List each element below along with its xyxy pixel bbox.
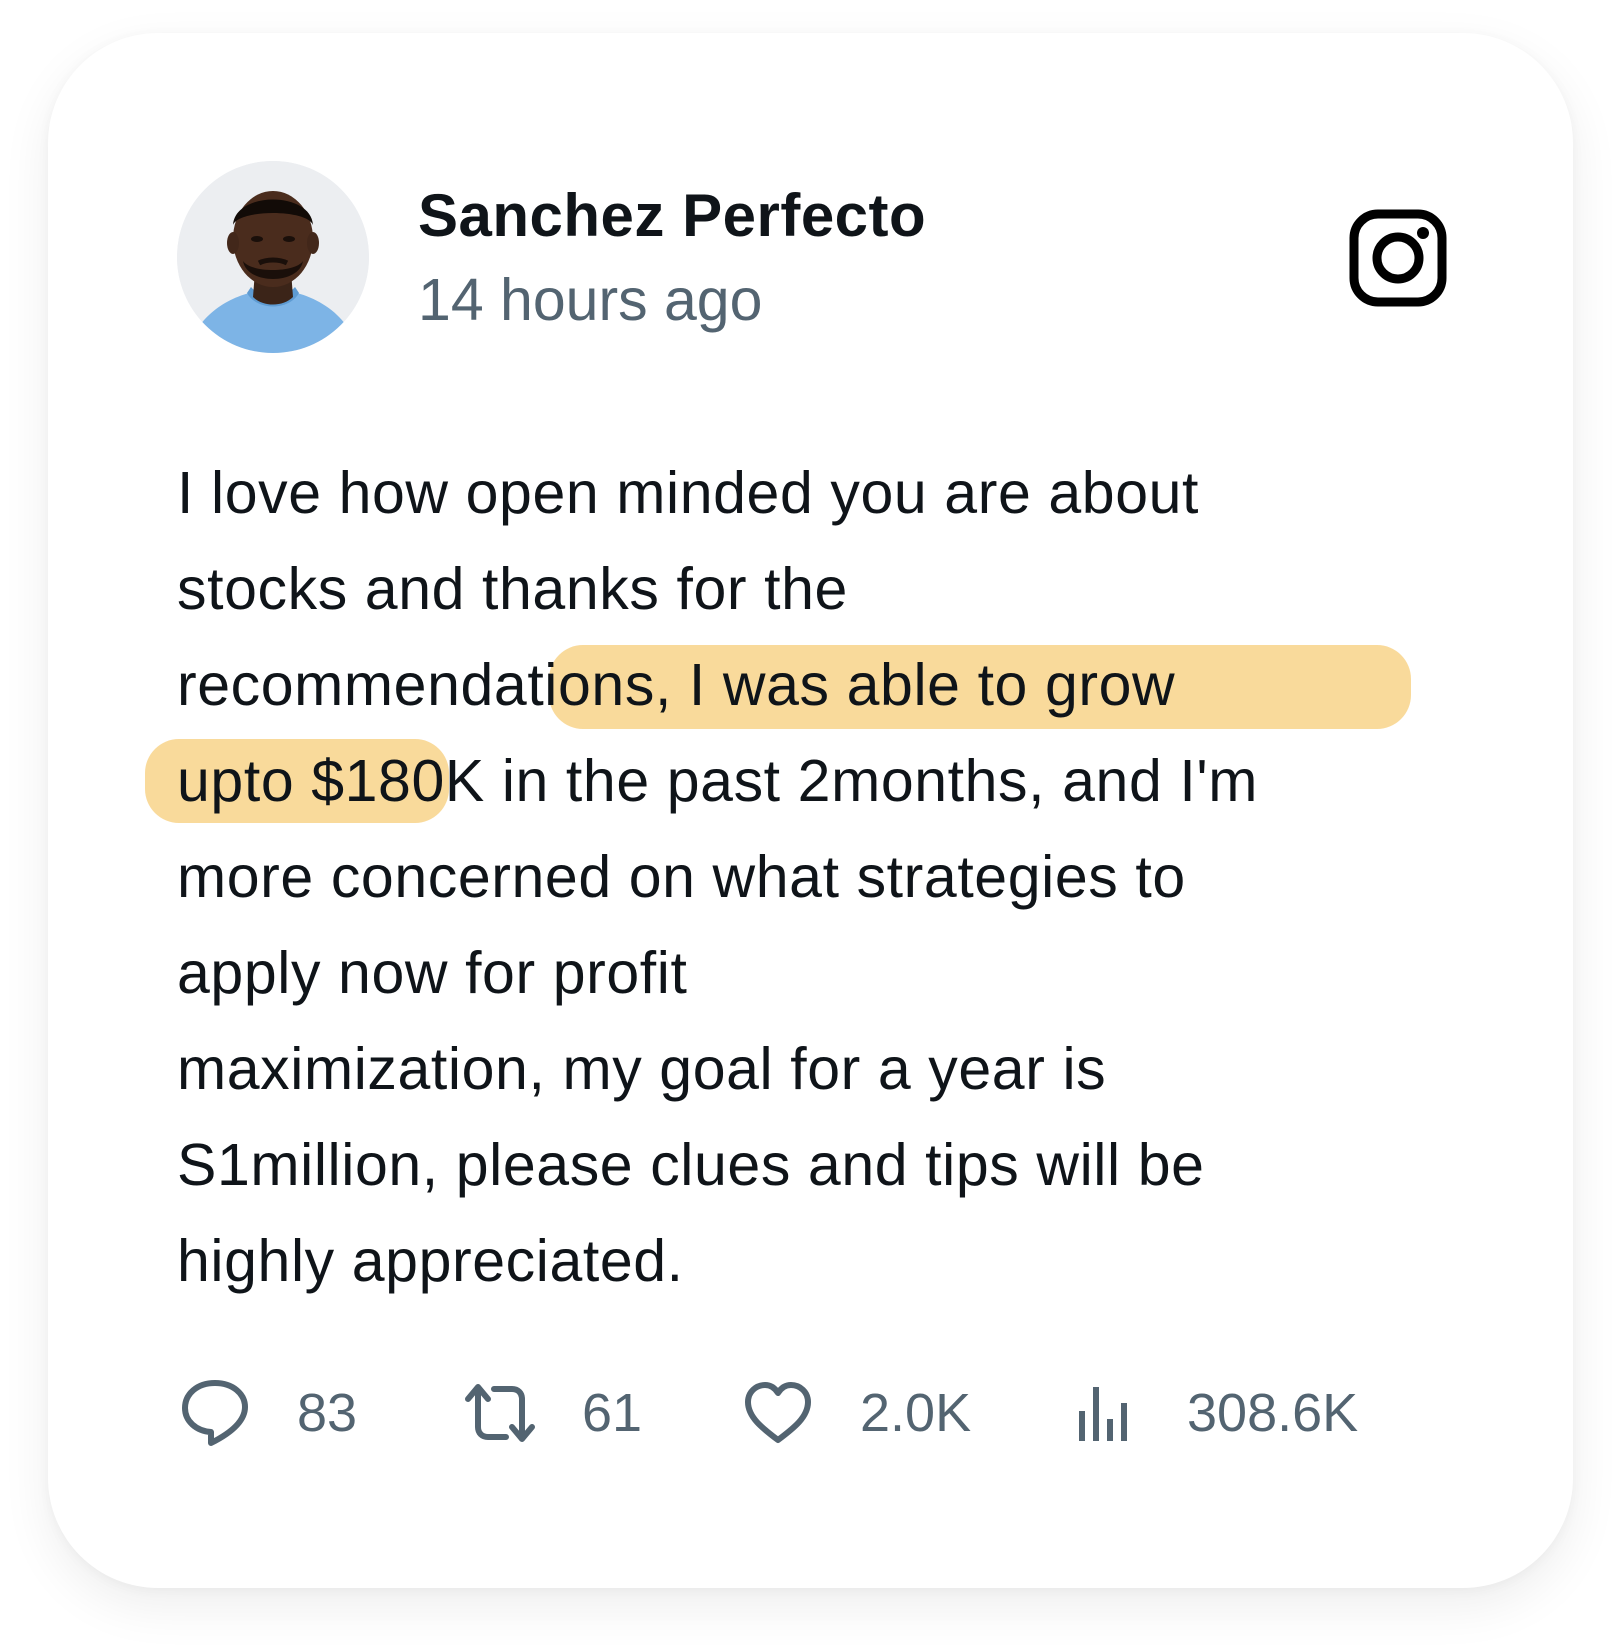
post-body-line: highly appreciated. xyxy=(177,1213,1497,1309)
avatar-image xyxy=(177,161,369,353)
avatar[interactable] xyxy=(177,161,369,353)
post-body-line: S1million, please clues and tips will be xyxy=(177,1117,1497,1213)
instagram-icon[interactable] xyxy=(1348,208,1448,308)
reply-button[interactable]: 83 xyxy=(177,1373,357,1453)
repost-count: 61 xyxy=(582,1383,643,1443)
post-body-line: maximization, my goal for a year is xyxy=(177,1021,1497,1117)
post-body-line-text: more concerned on what strategies to xyxy=(177,844,1186,910)
heart-icon xyxy=(740,1375,816,1451)
post-body-line: stocks and thanks for the xyxy=(177,541,1497,637)
views-count: 308.6K xyxy=(1187,1383,1359,1443)
post-body-line: more concerned on what strategies to xyxy=(177,829,1497,925)
views-button[interactable]: 308.6K xyxy=(1067,1373,1358,1453)
like-button[interactable]: 2.0K xyxy=(740,1373,971,1453)
post-timestamp: 14 hours ago xyxy=(418,267,763,333)
reply-count: 83 xyxy=(297,1383,358,1443)
views-chart-icon xyxy=(1067,1375,1143,1451)
post-body-line-text: maximization, my goal for a year is xyxy=(177,1036,1107,1102)
post-body-line-text: S1million, please clues and tips will be xyxy=(177,1132,1205,1198)
post-body-line-text: recommendations, I was able to grow xyxy=(177,652,1176,718)
repost-icon xyxy=(462,1375,538,1451)
repost-button[interactable]: 61 xyxy=(462,1373,642,1453)
comment-icon xyxy=(177,1375,253,1451)
like-count: 2.0K xyxy=(860,1383,972,1443)
post-body-line-text: apply now for profit xyxy=(177,940,688,1006)
author-name[interactable]: Sanchez Perfecto xyxy=(418,181,926,250)
post-body-line: apply now for profit xyxy=(177,925,1497,1021)
post-body-line: I love how open minded you are about xyxy=(177,445,1497,541)
post-body-line-text: stocks and thanks for the xyxy=(177,556,848,622)
post-card: Sanchez Perfecto 14 hours ago I love how… xyxy=(48,33,1573,1588)
post-body-line-text: I love how open minded you are about xyxy=(177,460,1200,526)
post-body-line: upto $180K in the past 2months, and I'm xyxy=(145,733,1497,829)
post-body: I love how open minded you are about sto… xyxy=(145,445,1497,1309)
post-body-line: recommendations, I was able to grow xyxy=(177,637,1497,733)
post-body-line-text: highly appreciated. xyxy=(177,1228,684,1294)
post-actions: 83 61 2.0K 308.6K xyxy=(177,1373,1477,1453)
post-body-line-text: upto $180K in the past 2months, and I'm xyxy=(177,748,1258,814)
